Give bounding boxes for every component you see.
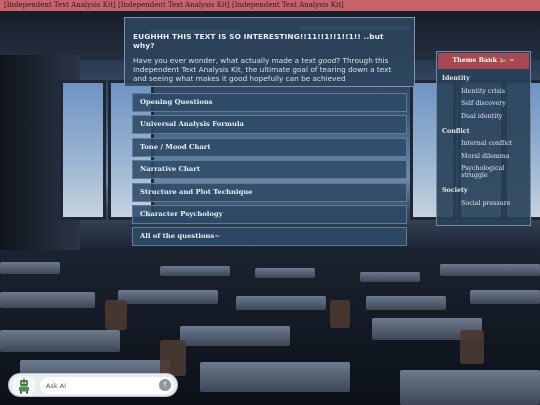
desk [366,296,446,310]
theme-item-internal-conflict[interactable]: Internal conflict [437,140,530,147]
desk [440,264,540,276]
desk [180,326,290,346]
robot-icon [19,377,29,393]
intro-body-part-1: Have you ever wonder, what actually made… [133,56,319,65]
ask-ai-field: ↑ [40,377,174,394]
ask-ai-input[interactable] [46,379,154,392]
ask-ai-bar: ↑ [8,373,178,397]
theme-group-conflict: Conflict [442,127,470,135]
intro-title: EUGHHH THIS TEXT IS SO INTERESTING!!11!!… [133,32,384,50]
theme-item-identity-crisis[interactable]: Identity crisis [437,88,530,95]
window-pane [60,80,106,220]
theme-item-dual-identity[interactable]: Dual identity [437,113,530,120]
menu-item-narrative-chart[interactable]: Narrative Chart [132,160,407,180]
theme-item-social-pressure[interactable]: Social pressure [437,200,530,207]
desk [360,272,420,282]
desk [0,330,120,352]
menu-item-universal-analysis-formula[interactable]: Universal Analysis Formula [132,115,407,135]
desk [200,362,350,392]
theme-group-identity: Identity [442,75,470,82]
desk [255,268,315,278]
desk [160,266,230,276]
chair [160,340,186,376]
intro-card: EUGHHH THIS TEXT IS SO INTERESTING!!11!!… [124,17,415,87]
desk [0,262,60,274]
menu-item-structure-plot-technique[interactable]: Structure and Plot Technique [132,182,407,202]
theme-item-self-discovery[interactable]: Self discovery [437,100,530,107]
theme-item-moral-dilemma[interactable]: Moral dilemma [437,153,530,160]
desk [0,292,95,308]
menu-item-tone-mood-chart[interactable]: Tone / Mood Chart [132,137,407,157]
desk [236,296,326,310]
theme-bank-panel: Theme Bank 🎏 ~ Identity Identity crisis … [436,51,531,226]
analysis-menu: Opening Questions Universal Analysis For… [132,93,407,250]
intro-body-emphasis: good [318,56,337,65]
robot-avatar-icon[interactable] [12,376,36,395]
desk [470,290,540,304]
chair [105,300,127,330]
chair [330,300,350,328]
intro-body: Have you ever wonder, what actually made… [133,56,406,83]
theme-item-psychological-struggle[interactable]: Psychological struggle [437,165,530,179]
menu-item-character-psychology[interactable]: Character Psychology [132,204,407,224]
menu-item-opening-questions[interactable]: Opening Questions [132,93,407,112]
topbar-title: [Independent Text Analysis Kit] [Indepen… [0,0,540,11]
theme-bank-title[interactable]: Theme Bank 🎏 ~ [438,53,529,69]
desk [118,290,218,304]
chair [460,330,484,364]
menu-item-all-questions[interactable]: All of the questions~ [132,227,407,247]
theme-group-society: Society [442,187,468,194]
arrow-up-icon[interactable]: ↑ [159,379,171,391]
desk [400,370,540,405]
